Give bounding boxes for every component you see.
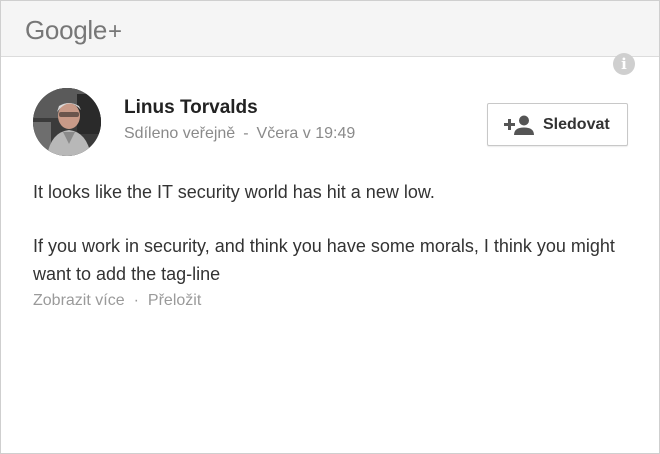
avatar[interactable] [33,88,101,156]
translate-link[interactable]: Přeložit [148,292,201,309]
follow-button[interactable]: Sledovat [487,103,628,146]
post-meta: Sdíleno veřejně - Včera v 19:49 [124,125,355,143]
logo-plus: + [108,18,122,45]
follow-label: Sledovat [543,116,610,133]
info-icon[interactable]: i [613,53,635,75]
author-name[interactable]: Linus Torvalds [124,97,258,119]
post-paragraph-1: It looks like the IT security world has … [33,182,435,202]
meta-separator: - [243,125,249,142]
post-links: Zobrazit více · Přeložit [33,292,201,310]
avatar-photo-icon [33,88,101,156]
logo-text: Google [25,15,108,45]
google-plus-logo[interactable]: Google+ [25,15,122,46]
header-bar: Google+ [1,1,659,57]
post-time[interactable]: Včera v 19:49 [257,125,356,142]
link-separator: · [133,292,139,309]
add-person-icon [504,115,534,140]
gplus-embed-card: Google+ i Linus Torvalds Sdíleno veřejně… [0,0,660,454]
post-paragraph-2: If you work in security, and think you h… [33,236,615,284]
show-more-link[interactable]: Zobrazit více [33,292,125,309]
visibility-label[interactable]: Sdíleno veřejně [124,125,235,142]
